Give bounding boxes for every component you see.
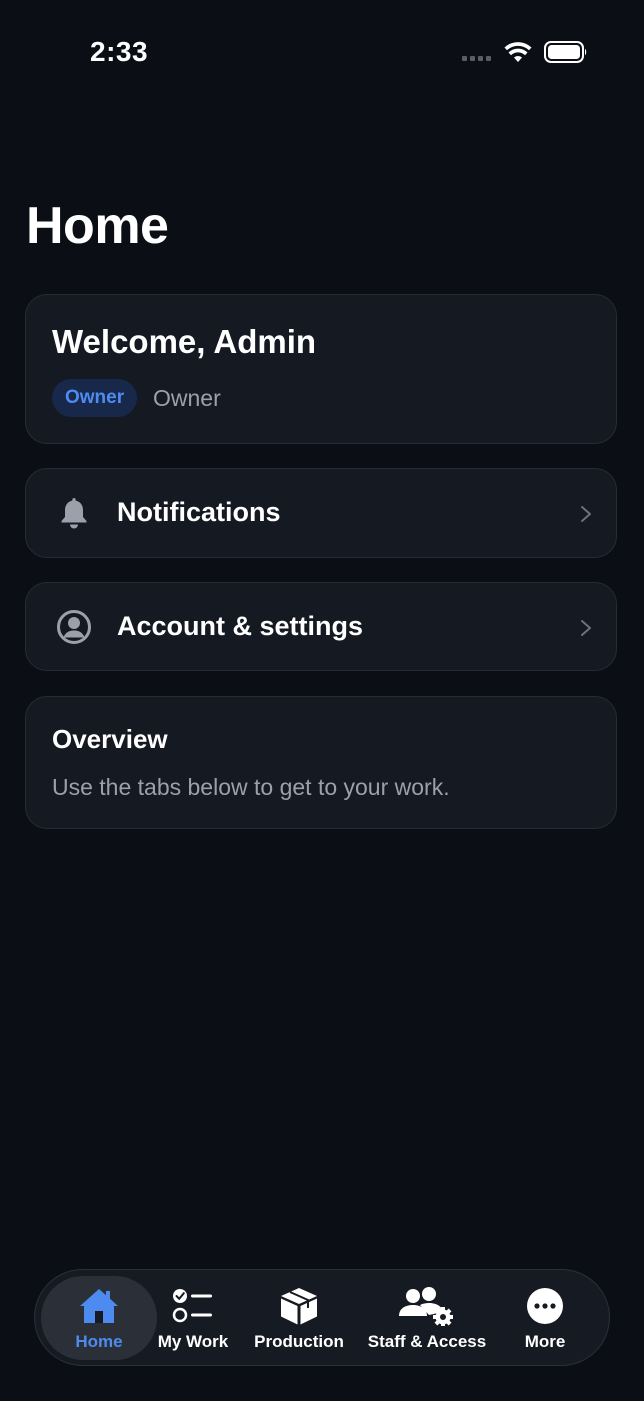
status-bar: 2:33 bbox=[0, 0, 644, 100]
staff-gear-icon bbox=[399, 1287, 453, 1326]
welcome-greeting: Welcome, Admin bbox=[52, 323, 317, 360]
more-icon bbox=[527, 1288, 563, 1324]
page-title: Home bbox=[26, 197, 169, 255]
tab-bar: Home My Work Production Staff & Access M… bbox=[34, 1269, 610, 1366]
tab-my-work[interactable]: My Work bbox=[155, 1270, 231, 1364]
account-settings-row[interactable]: Account & settings bbox=[25, 582, 617, 671]
tab-staff-access-label: Staff & Access bbox=[367, 1332, 487, 1351]
overview-card: Overview Use the tabs below to get to yo… bbox=[25, 696, 617, 829]
role-badge: Owner bbox=[52, 379, 138, 417]
tab-home[interactable]: Home bbox=[41, 1270, 157, 1364]
notifications-row[interactable]: Notifications bbox=[25, 468, 617, 558]
status-time: 2:33 bbox=[90, 36, 149, 67]
wifi-icon bbox=[504, 42, 532, 62]
overview-title: Overview bbox=[52, 724, 168, 754]
welcome-card: Welcome, Admin Owner Owner bbox=[25, 294, 617, 444]
account-settings-label: Account & settings bbox=[117, 611, 364, 641]
tab-home-label: Home bbox=[75, 1332, 123, 1351]
role-text: Owner bbox=[153, 385, 221, 411]
user-circle-icon bbox=[57, 610, 91, 644]
tab-my-work-label: My Work bbox=[157, 1332, 229, 1351]
checklist-icon bbox=[172, 1289, 212, 1323]
bell-icon bbox=[61, 498, 87, 529]
tab-staff-access[interactable]: Staff & Access bbox=[365, 1270, 489, 1364]
cellular-signal-icon bbox=[462, 56, 494, 62]
tab-more-label: More bbox=[524, 1332, 566, 1351]
house-icon bbox=[80, 1289, 118, 1323]
box-icon bbox=[281, 1288, 317, 1325]
tab-production[interactable]: Production bbox=[253, 1270, 345, 1364]
chevron-right-icon bbox=[581, 506, 591, 522]
tab-production-label: Production bbox=[254, 1332, 344, 1351]
chevron-right-icon bbox=[581, 620, 591, 636]
notifications-label: Notifications bbox=[117, 497, 281, 527]
overview-description: Use the tabs below to get to your work. bbox=[52, 774, 450, 800]
tab-more[interactable]: More bbox=[505, 1270, 585, 1364]
battery-icon bbox=[544, 41, 587, 63]
